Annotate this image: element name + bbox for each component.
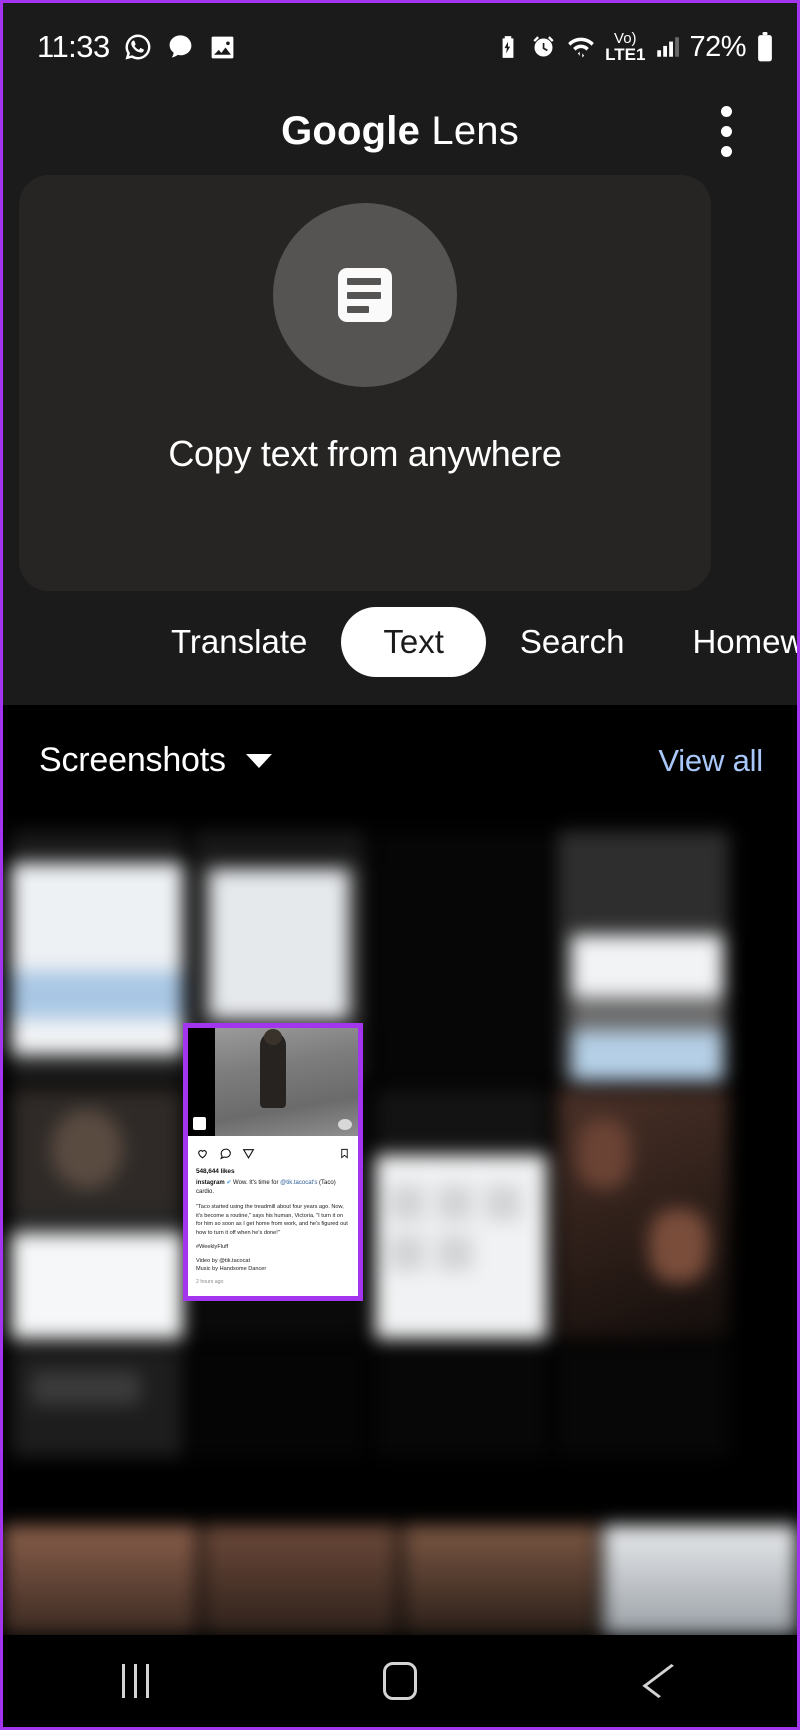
treadmill-photo: [215, 1028, 358, 1136]
instagram-caption-text: Wow. It's time for: [231, 1180, 281, 1186]
kebab-menu-icon[interactable]: [703, 103, 749, 159]
thumbnail-item[interactable]: [603, 1525, 797, 1635]
thumbnail-item[interactable]: [11, 1347, 183, 1457]
page-title: Google Lens: [281, 109, 519, 154]
thumbnail-item[interactable]: [11, 1089, 183, 1339]
thumbnail-item[interactable]: [375, 1347, 547, 1457]
phone-screen: 11:33 Vo) LTE1 72% Google Lens Copy text…: [0, 0, 800, 1730]
thumbnail-item[interactable]: [557, 1347, 729, 1457]
screenshots-header: Screenshots View all: [3, 705, 797, 780]
signal-bars-icon: [654, 34, 680, 60]
home-button[interactable]: [340, 1651, 460, 1711]
hero-icon-circle: [273, 203, 457, 387]
status-bar: 11:33 Vo) LTE1 72%: [3, 3, 797, 91]
instagram-likes: 548,644 likes: [196, 1168, 235, 1175]
thumbnail-row-partial[interactable]: [3, 1525, 797, 1635]
lens-header: Google Lens: [3, 91, 797, 171]
thumbnail-item[interactable]: [375, 831, 547, 1081]
google-lens-panel: Google Lens Copy text from anywhere Tran…: [3, 91, 797, 705]
thumbnail-item[interactable]: [557, 831, 729, 1081]
person-tag-icon: [193, 1117, 206, 1130]
view-all-link[interactable]: View all: [658, 743, 763, 779]
home-icon: [382, 1662, 417, 1700]
recents-button[interactable]: [75, 1651, 195, 1711]
instagram-action-row: [196, 1143, 350, 1163]
instagram-author[interactable]: instagram: [196, 1180, 225, 1186]
tab-homework[interactable]: Homew: [658, 607, 797, 677]
recents-icon: [121, 1664, 149, 1698]
back-icon: [642, 1663, 688, 1699]
lens-title-google: Google: [281, 108, 421, 153]
view-icon: [338, 1119, 352, 1130]
battery-percent-label: 72%: [689, 30, 746, 63]
thumbnail-item[interactable]: [11, 831, 183, 1081]
back-button[interactable]: [605, 1651, 725, 1711]
cat-silhouette: [260, 1029, 286, 1108]
chat-bubble-icon: [166, 33, 195, 62]
thumbnail-item[interactable]: [3, 1525, 197, 1635]
status-bar-left: 11:33: [37, 29, 237, 65]
thumbnail-item[interactable]: [403, 1525, 597, 1635]
screenshot-thumbnail-grid[interactable]: [3, 823, 797, 1635]
thumbnail-item[interactable]: [193, 1347, 365, 1457]
lens-title-lens: Lens: [420, 108, 519, 153]
instagram-mention[interactable]: @tik.tacocat's: [280, 1180, 317, 1186]
instagram-body-text: "Taco started using the treadmill about …: [196, 1204, 348, 1236]
screenshots-section: Screenshots View all: [3, 705, 797, 1635]
status-bar-right: Vo) LTE1 72%: [495, 31, 775, 64]
text-document-icon: [338, 268, 392, 322]
instagram-hashtag[interactable]: #WeeklyFluff: [196, 1244, 350, 1250]
screenshots-title: Screenshots: [39, 741, 226, 779]
heart-icon[interactable]: [196, 1147, 209, 1160]
lens-hero-card: Copy text from anywhere: [19, 175, 711, 591]
wifi-icon: [566, 33, 596, 61]
instagram-caption: instagram ✔ Wow. It's time for @tik.taco…: [196, 1179, 350, 1196]
battery-icon: [755, 32, 775, 62]
hero-caption: Copy text from anywhere: [168, 433, 562, 474]
instagram-photo: [188, 1028, 358, 1136]
tab-text[interactable]: Text: [341, 607, 486, 677]
thumbnail-item[interactable]: [557, 1089, 729, 1339]
tab-translate[interactable]: Translate: [137, 607, 341, 677]
whatsapp-icon: [123, 32, 153, 62]
thumbnail-item[interactable]: [203, 1525, 397, 1635]
instagram-timestamp: 2 hours ago: [196, 1278, 224, 1285]
bookmark-icon[interactable]: [339, 1147, 350, 1160]
instagram-credit-video: Video by @tik.tacocat: [196, 1257, 251, 1264]
selected-screenshot-instagram[interactable]: 548,644 likes instagram ✔ Wow. It's time…: [183, 1023, 363, 1301]
status-time: 11:33: [37, 29, 110, 64]
tab-search[interactable]: Search: [486, 607, 659, 677]
alarm-icon: [530, 34, 557, 61]
instagram-body: 548,644 likes instagram ✔ Wow. It's time…: [188, 1136, 358, 1285]
thumbnail-item[interactable]: [375, 1089, 547, 1339]
comment-icon[interactable]: [219, 1147, 232, 1160]
instagram-credit-music: Music by Handsome Dancer: [196, 1266, 267, 1273]
system-navigation-bar: [3, 1635, 797, 1727]
lens-mode-tabs: Translate Text Search Homew: [3, 607, 797, 677]
volte-icon: Vo) LTE1: [605, 30, 646, 64]
gallery-image-icon: [208, 33, 237, 62]
share-icon[interactable]: [242, 1147, 255, 1160]
chevron-down-icon[interactable]: [245, 753, 272, 768]
battery-saver-icon: [495, 34, 521, 60]
